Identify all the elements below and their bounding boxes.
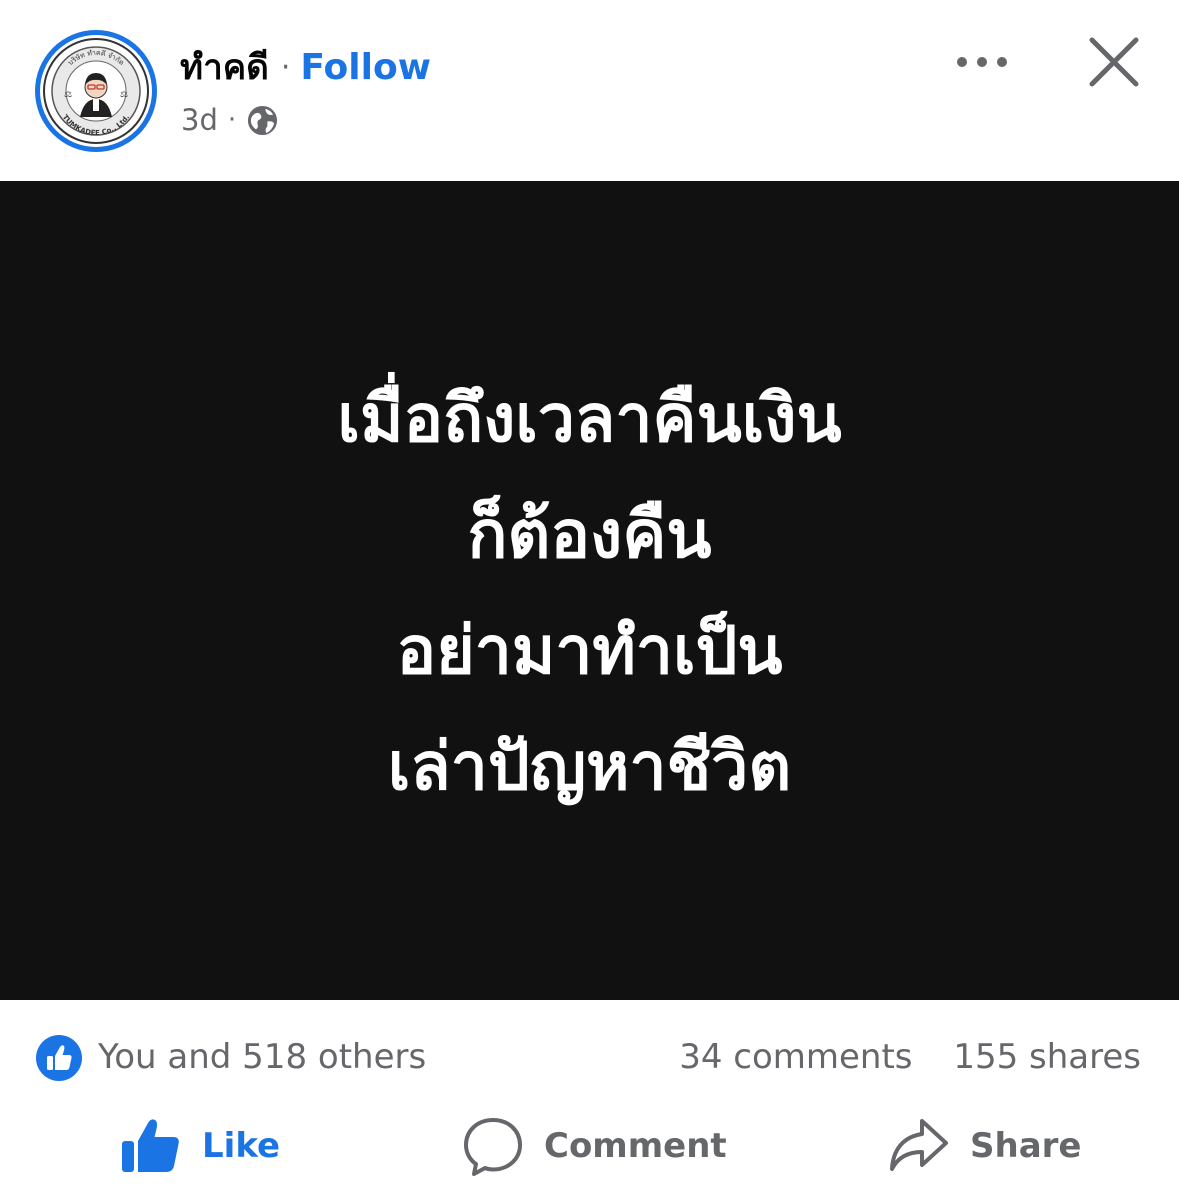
svg-text:⚖: ⚖ bbox=[120, 90, 128, 100]
close-icon bbox=[1089, 37, 1139, 87]
like-reaction-icon bbox=[36, 1035, 82, 1081]
reactions-summary[interactable]: You and 518 others bbox=[98, 1033, 426, 1081]
image-text-line-3: อย่ามาทำเป็น bbox=[396, 612, 783, 689]
comment-label: Comment bbox=[544, 1126, 727, 1166]
image-text-line-1: เมื่อถึงเวลาคืนเงิน bbox=[337, 380, 842, 457]
like-button[interactable]: Like bbox=[120, 1110, 280, 1182]
share-icon bbox=[890, 1119, 948, 1171]
like-label: Like bbox=[202, 1126, 281, 1166]
share-button[interactable]: Share bbox=[888, 1110, 1081, 1182]
page-avatar[interactable]: บริษัท ทำคดี จำกัด TUMKADEE Co., Ltd. ⚖ … bbox=[35, 30, 157, 152]
comments-count[interactable]: 34 comments bbox=[679, 1037, 912, 1077]
separator-dot: · bbox=[227, 105, 237, 135]
comment-icon bbox=[464, 1118, 522, 1176]
logo-icon: บริษัท ทำคดี จำกัด TUMKADEE Co., Ltd. ⚖ … bbox=[43, 38, 149, 144]
comment-button[interactable]: Comment bbox=[462, 1110, 727, 1182]
post-timestamp[interactable]: 3d bbox=[181, 103, 218, 137]
avatar-logo: บริษัท ทำคดี จำกัด TUMKADEE Co., Ltd. ⚖ … bbox=[40, 35, 152, 147]
close-button[interactable] bbox=[1082, 30, 1146, 94]
facebook-post: บริษัท ทำคดี จำกัด TUMKADEE Co., Ltd. ⚖ … bbox=[0, 0, 1179, 1188]
image-text-block: เมื่อถึงเวลาคืนเงิน ก็ต้องคืน อย่ามาทำเป… bbox=[0, 361, 1179, 825]
post-meta: 3d · bbox=[181, 99, 279, 141]
counts-group: 34 comments 155 shares bbox=[679, 1033, 1141, 1081]
shares-count[interactable]: 155 shares bbox=[953, 1037, 1141, 1077]
more-horizontal-icon bbox=[957, 57, 1007, 67]
image-text-line-4: เล่าปัญหาชีวิต bbox=[387, 728, 792, 805]
follow-button[interactable]: Follow bbox=[300, 47, 431, 88]
more-options-button[interactable] bbox=[948, 40, 1016, 84]
author-row: ทำคดี · Follow bbox=[180, 42, 431, 92]
globe-icon bbox=[248, 105, 278, 135]
svg-text:⚖: ⚖ bbox=[64, 90, 72, 100]
action-bar: Like Comment Share bbox=[0, 1100, 1179, 1188]
engagement-stats: You and 518 others 34 comments 155 share… bbox=[0, 1000, 1179, 1100]
page-name[interactable]: ทำคดี bbox=[180, 40, 269, 95]
thumbs-up-icon bbox=[122, 1119, 179, 1172]
separator-dot: · bbox=[280, 49, 291, 85]
post-header: บริษัท ทำคดี จำกัด TUMKADEE Co., Ltd. ⚖ … bbox=[0, 0, 1179, 181]
image-text-line-2: ก็ต้องคืน bbox=[467, 496, 712, 573]
share-label: Share bbox=[970, 1126, 1082, 1166]
post-image[interactable]: เมื่อถึงเวลาคืนเงิน ก็ต้องคืน อย่ามาทำเป… bbox=[0, 181, 1179, 1000]
